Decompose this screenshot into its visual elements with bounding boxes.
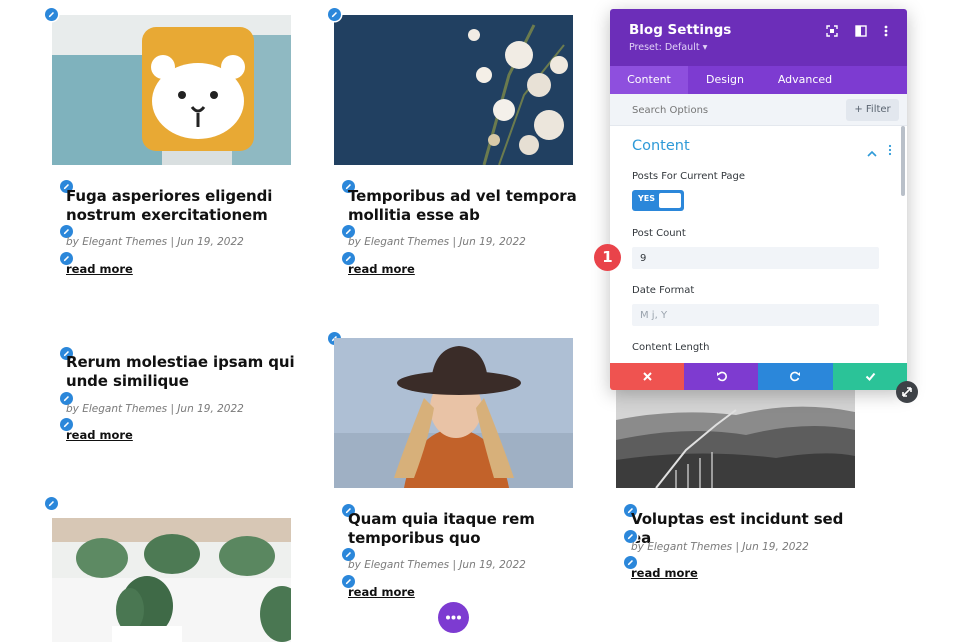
read-more-link[interactable]: read more <box>631 566 698 580</box>
date-format-field[interactable] <box>632 304 879 326</box>
post-title[interactable]: Temporibus ad vel tempora mollitia esse … <box>348 187 578 225</box>
preset-dropdown[interactable]: Preset: Default ▾ <box>629 42 707 53</box>
post-meta: by Elegant Themes | Jun 19, 2022 <box>348 236 526 248</box>
tab-content[interactable]: Content <box>610 66 688 94</box>
post-image-pillow[interactable] <box>52 15 291 165</box>
redo-icon <box>790 371 800 382</box>
content-length-label: Content Length <box>632 342 710 353</box>
image-edit-icon[interactable] <box>45 497 58 510</box>
post-title[interactable]: Rerum molestiae ipsam qui unde similique <box>66 353 296 391</box>
blog-settings-panel: Blog Settings Preset: Default ▾ Content … <box>610 9 907 390</box>
undo-button[interactable] <box>684 363 758 390</box>
image-edit-icon[interactable] <box>328 8 341 21</box>
redo-button[interactable] <box>758 363 833 390</box>
resize-handle-icon[interactable] <box>896 381 918 403</box>
post-image-cacti[interactable] <box>52 518 291 642</box>
page-settings-menu-button[interactable] <box>438 602 469 633</box>
post-meta: by Elegant Themes | Jun 19, 2022 <box>66 403 244 415</box>
post-title[interactable]: Fuga asperiores eligendi nostrum exercit… <box>66 187 296 225</box>
post-meta: by Elegant Themes | Jun 19, 2022 <box>348 559 526 571</box>
post-meta: by Elegant Themes | Jun 19, 2022 <box>631 541 809 553</box>
image-edit-icon[interactable] <box>45 8 58 21</box>
read-more-link[interactable]: read more <box>66 428 133 442</box>
check-icon <box>865 372 875 381</box>
panel-title: Blog Settings <box>629 22 732 38</box>
step-marker-badge: 1 <box>594 244 621 271</box>
section-options-icon[interactable] <box>887 141 893 156</box>
undo-icon <box>716 371 727 382</box>
date-format-label: Date Format <box>632 285 695 296</box>
panel-tabs: Content Design Advanced <box>610 66 907 94</box>
post-image-hills[interactable] <box>616 390 855 488</box>
post-meta: by Elegant Themes | Jun 19, 2022 <box>66 236 244 248</box>
posts-for-current-page-label: Posts For Current Page <box>632 171 746 182</box>
read-more-link[interactable]: read more <box>348 262 415 276</box>
panel-header[interactable]: Blog Settings Preset: Default ▾ <box>610 9 907 66</box>
read-more-link[interactable]: read more <box>348 585 415 599</box>
post-image-woman-hat[interactable] <box>334 338 573 488</box>
split-view-icon[interactable] <box>854 23 868 37</box>
section-collapse-icon[interactable] <box>867 143 877 157</box>
filter-button[interactable]: + Filter <box>846 99 899 121</box>
tab-advanced[interactable]: Advanced <box>762 66 848 94</box>
post-count-label: Post Count <box>632 228 686 239</box>
post-title[interactable]: Quam quia itaque rem temporibus quo <box>348 510 578 548</box>
panel-footer <box>610 363 907 390</box>
search-row: + Filter <box>610 94 907 126</box>
more-dots-icon <box>446 615 461 620</box>
post-count-field[interactable] <box>632 247 879 269</box>
search-options-input[interactable] <box>620 99 840 121</box>
kebab-menu-icon[interactable] <box>879 23 893 37</box>
toggle-state: YES <box>638 194 656 203</box>
toggle-knob <box>659 193 681 208</box>
panel-scrollbar[interactable] <box>901 126 905 196</box>
read-more-link[interactable]: read more <box>66 262 133 276</box>
close-icon <box>642 372 652 381</box>
tab-design[interactable]: Design <box>688 66 762 94</box>
section-title-content[interactable]: Content <box>632 138 690 154</box>
cancel-button[interactable] <box>610 363 684 390</box>
post-image-flowers[interactable] <box>334 15 573 165</box>
expand-icon[interactable] <box>825 23 839 37</box>
posts-for-current-page-toggle[interactable]: YES <box>632 190 684 211</box>
